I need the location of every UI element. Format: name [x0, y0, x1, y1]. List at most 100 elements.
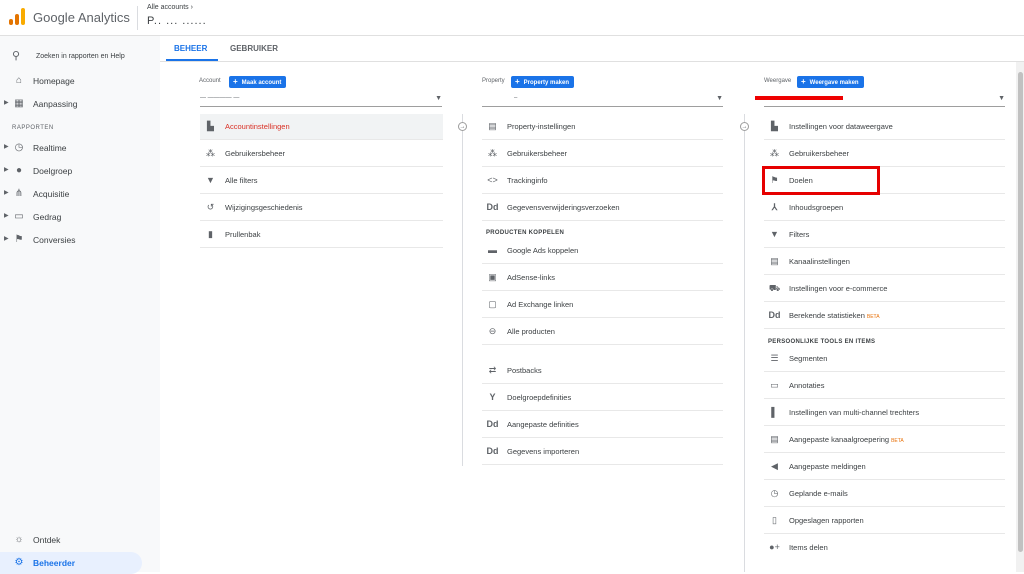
- caret-right-icon: ▶: [4, 100, 9, 106]
- channel-icon: ▤: [770, 434, 779, 444]
- audience-icon: Y: [489, 392, 496, 402]
- data-import-row[interactable]: Dd Gegevens importeren: [482, 439, 723, 465]
- tracking-info-row[interactable]: <> Trackinginfo: [482, 168, 723, 194]
- google-analytics-logo-icon[interactable]: [9, 7, 25, 25]
- custom-channel-grouping-row[interactable]: ▤ Aangepaste kanaalgroepering BETA: [764, 427, 1005, 453]
- property-column-header: Property + Property maken: [482, 76, 722, 88]
- sidebar-item-homepage[interactable]: ⌂ Homepage: [0, 70, 160, 92]
- segments-row[interactable]: ☰ Segmenten: [764, 346, 1005, 372]
- scheduled-emails-row[interactable]: ◷ Geplande e-mails: [764, 481, 1005, 507]
- channel-settings-row[interactable]: ▤ Kanaalinstellingen: [764, 249, 1005, 275]
- plus-icon: +: [515, 77, 520, 86]
- tab-beheer[interactable]: BEHEER: [174, 44, 207, 53]
- view-column-header: Weergave + Weergave maken: [764, 76, 1004, 88]
- sidebar-item-aanpassing[interactable]: ▶ ▦ Aanpassing: [0, 93, 160, 115]
- caret-right-icon: ▶: [4, 144, 9, 150]
- property-name[interactable]: P.. ... ......: [147, 15, 207, 27]
- all-filters-row[interactable]: ▼ Alle filters: [200, 168, 443, 194]
- custom-alerts-row[interactable]: ◀ Aangepaste meldingen: [764, 454, 1005, 480]
- building-icon: ▙: [207, 121, 214, 131]
- caret-right-icon: ▶: [4, 236, 9, 242]
- adsense-links-row[interactable]: ▣ AdSense-links: [482, 265, 723, 291]
- plus-icon: +: [801, 77, 806, 86]
- sidebar-item-beheerder[interactable]: ⚙ Beheerder: [0, 552, 142, 574]
- gear-icon: ⚙: [14, 557, 24, 568]
- postback-icon: ⇄: [488, 365, 497, 375]
- column-divider: [462, 114, 463, 466]
- arrow-right-icon: →: [740, 122, 749, 131]
- trash-row[interactable]: ▮ Prullenbak: [200, 222, 443, 248]
- property-selector[interactable]: – ▼: [482, 95, 723, 107]
- share-assets-row[interactable]: ●+ Items delen: [764, 535, 1005, 561]
- dropdown-arrow-icon: ▼: [998, 95, 1005, 102]
- account-user-management-row[interactable]: ⁂ Gebruikersbeheer: [200, 141, 443, 167]
- search-icon: ⚲: [12, 50, 21, 62]
- breadcrumb[interactable]: Alle accounts ›: [147, 4, 193, 11]
- ad-exchange-link-row[interactable]: ▢ Ad Exchange linken: [482, 292, 723, 318]
- tab-gebruiker[interactable]: GEBRUIKER: [230, 44, 278, 53]
- segments-icon: ☰: [770, 353, 779, 363]
- account-label: Account: [199, 78, 221, 84]
- property-settings-row[interactable]: ▤ Property-instellingen: [482, 114, 723, 140]
- reports-section-label: RAPPORTEN: [12, 125, 54, 131]
- dropdown-arrow-icon: ▼: [435, 95, 442, 102]
- change-history-row[interactable]: ↺ Wijzigingsgeschiedenis: [200, 195, 443, 221]
- postbacks-row[interactable]: ⇄ Postbacks: [482, 358, 723, 384]
- schedule-icon: ◷: [770, 488, 779, 498]
- property-selector-value: –: [514, 95, 518, 101]
- calculated-metrics-row[interactable]: Dd Berekende statistieken BETA: [764, 303, 1005, 329]
- audience-definitions-row[interactable]: Y Doelgroepdefinities: [482, 385, 723, 411]
- search-reports[interactable]: ⚲ Zoeken in rapporten en Help: [0, 44, 160, 72]
- create-property-button[interactable]: + Property maken: [511, 76, 575, 88]
- goals-highlight-annotation: [762, 166, 880, 195]
- all-products-row[interactable]: ⊖ Alle producten: [482, 319, 723, 345]
- megaphone-icon: ◀: [771, 461, 778, 471]
- adexchange-icon: ▢: [488, 299, 497, 309]
- multi-channel-funnels-row[interactable]: ▌ Instellingen van multi-channel trechte…: [764, 400, 1005, 426]
- dd-icon: Dd: [486, 202, 499, 212]
- filter-icon: ▼: [206, 175, 215, 185]
- beta-badge: BETA: [866, 314, 880, 320]
- property-user-management-row[interactable]: ⁂ Gebruikersbeheer: [482, 141, 723, 167]
- account-selector[interactable]: — ———— — ▼: [200, 95, 442, 107]
- admin-tabs: BEHEER GEBRUIKER: [160, 36, 1024, 62]
- history-icon: ↺: [206, 202, 215, 212]
- scrollbar-thumb[interactable]: [1018, 72, 1023, 552]
- data-deletion-requests-row[interactable]: Dd Gegevensverwijderingsverzoeken: [482, 195, 723, 221]
- arrow-right-icon: →: [458, 122, 467, 131]
- account-settings-row[interactable]: ▙ Accountinstellingen: [200, 114, 443, 140]
- annotations-row[interactable]: ▭ Annotaties: [764, 373, 1005, 399]
- settings-window-icon: ▤: [488, 121, 497, 131]
- sidebar-item-conversies[interactable]: ▶ ⚑ Conversies: [0, 229, 160, 251]
- sidebar-item-gedrag[interactable]: ▶ ▭ Gedrag: [0, 206, 160, 228]
- view-user-management-row[interactable]: ⁂ Gebruikersbeheer: [764, 141, 1005, 167]
- sidebar-item-ontdek[interactable]: ☼ Ontdek: [0, 529, 160, 551]
- sidebar-item-doelgroep[interactable]: ▶ ● Doelgroep: [0, 160, 160, 182]
- active-tab-indicator: [166, 59, 218, 61]
- beta-badge: BETA: [891, 438, 904, 444]
- create-view-button[interactable]: + Weergave maken: [797, 76, 864, 88]
- app-title: Google Analytics: [33, 10, 130, 25]
- flag-icon: ⚑: [14, 234, 24, 245]
- code-icon: <>: [487, 175, 498, 185]
- users-icon: ⁂: [206, 148, 215, 158]
- view-filters-row[interactable]: ▼ Filters: [764, 222, 1005, 248]
- lightbulb-icon: ☼: [14, 534, 24, 545]
- google-ads-link-row[interactable]: ▬ Google Ads koppelen: [482, 238, 723, 264]
- caret-right-icon: ▶: [4, 167, 9, 173]
- top-bar: Google Analytics Alle accounts › P.. ...…: [0, 0, 1024, 36]
- sidebar-item-realtime[interactable]: ▶ ◷ Realtime: [0, 137, 160, 159]
- cart-icon: ⛟: [768, 283, 781, 293]
- custom-definitions-row[interactable]: Dd Aangepaste definities: [482, 412, 723, 438]
- filter-icon: ▼: [770, 229, 779, 239]
- content-grouping-row[interactable]: ⅄ Inhoudsgroepen: [764, 195, 1005, 221]
- view-settings-row[interactable]: ▙ Instellingen voor dataweergave: [764, 114, 1005, 140]
- comment-icon: ▭: [770, 380, 779, 390]
- sidebar-item-acquisitie[interactable]: ▶ ⋔ Acquisitie: [0, 183, 160, 205]
- acquisition-icon: ⋔: [14, 188, 24, 199]
- saved-reports-row[interactable]: ▯ Opgeslagen rapporten: [764, 508, 1005, 534]
- title-divider: [137, 6, 138, 30]
- create-account-button[interactable]: + Maak account: [229, 76, 287, 88]
- ecommerce-settings-row[interactable]: ⛟ Instellingen voor e-commerce: [764, 276, 1005, 302]
- column-divider: [744, 114, 745, 572]
